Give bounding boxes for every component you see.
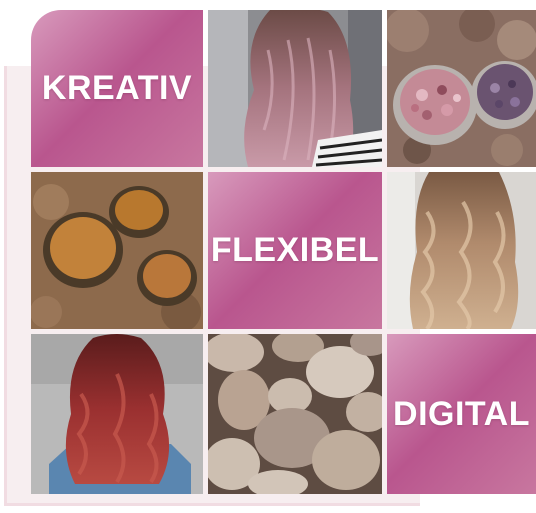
henna-powder-image (31, 172, 203, 329)
river-stones-image (208, 334, 382, 494)
digital-tile: DIGITAL (387, 334, 536, 494)
kreativ-label: KREATIV (41, 69, 193, 107)
kreativ-tile: KREATIV (31, 10, 203, 167)
hair-red-waves-image (31, 334, 203, 494)
flexibel-tile: FLEXIBEL (208, 172, 382, 329)
dried-rose-petals-image (387, 10, 536, 167)
hair-blonde-waves-image (387, 172, 536, 329)
hair-pink-waves-image (208, 10, 382, 167)
flexibel-label: FLEXIBEL (210, 231, 380, 269)
collage: KREATIV FLEXIBEL DIGITAL (0, 0, 536, 513)
digital-label: DIGITAL (393, 394, 530, 433)
